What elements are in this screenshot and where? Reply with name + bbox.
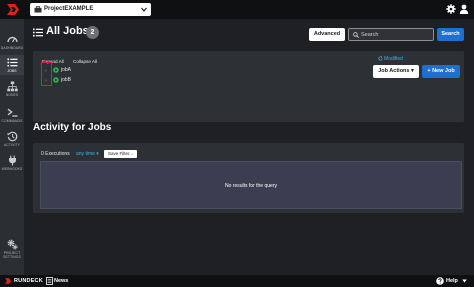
jobs-panel: Expand All Collapse All Modified Job Act…	[33, 51, 464, 122]
briefcase-icon	[34, 6, 42, 13]
run-job-icon[interactable]	[53, 77, 59, 83]
empty-results-message: No results for the query	[225, 183, 277, 189]
top-navbar: ProjectEXAMPLE	[0, 0, 474, 19]
sidebar-item-label: JOBS	[7, 69, 17, 73]
sidebar-item-webhooks[interactable]: WEBHOOKS	[0, 155, 24, 171]
rundeck-logo-icon	[5, 278, 11, 284]
sitemap-icon	[6, 81, 18, 92]
user-icon[interactable]	[459, 4, 469, 14]
list-icon	[7, 58, 17, 67]
executions-count: 0 Executions	[41, 151, 70, 157]
dashboard-icon	[6, 36, 18, 43]
search-icon	[353, 32, 359, 38]
new-job-label: New Job	[432, 68, 455, 74]
save-filters-button[interactable]: Save Filter...	[104, 150, 137, 158]
sidebar-item-label: DASHBOARD	[0, 46, 24, 50]
sidebar: DASHBOARD JOBS NODES COMMANDS ACTIVITY W…	[0, 19, 24, 275]
history-icon	[7, 131, 17, 142]
sidebar-item-project-settings[interactable]: PROJECT SETTINGS	[0, 239, 24, 259]
caret-down-icon: ▾	[96, 151, 99, 157]
search-placeholder: Search	[361, 32, 379, 38]
project-selector[interactable]: ProjectEXAMPLE	[30, 3, 151, 16]
search-input[interactable]: Search	[348, 28, 434, 41]
help-icon[interactable]	[436, 277, 444, 285]
project-name: ProjectEXAMPLE	[44, 6, 94, 12]
advanced-search-button[interactable]: Advanced	[309, 28, 345, 41]
caret-down-icon[interactable]	[462, 279, 467, 283]
sidebar-item-label: WEBHOOKS	[1, 167, 23, 171]
refresh-icon	[378, 56, 383, 61]
activity-panel: 0 Executions any time ▾ Save Filter... N…	[33, 143, 464, 213]
caret-down-icon: ▾	[411, 68, 414, 74]
run-job-icon[interactable]	[53, 67, 59, 73]
plus-icon: +	[427, 68, 431, 74]
modified-label: Modified	[384, 56, 403, 62]
activity-title: Activity for Jobs	[33, 122, 112, 133]
job-name-link[interactable]: jobA	[61, 67, 71, 73]
footer-bar: RUNDECK News Help	[0, 275, 474, 287]
job-actions-label: Job Actions	[378, 68, 410, 74]
sidebar-item-activity[interactable]: ACTIVITY	[0, 131, 24, 147]
help-link[interactable]: Help	[446, 278, 458, 284]
chevron-down-icon	[141, 7, 147, 12]
sidebar-item-dashboard[interactable]: DASHBOARD	[0, 34, 24, 50]
news-link[interactable]: News	[54, 278, 68, 284]
news-icon[interactable]	[46, 277, 53, 285]
plug-icon	[8, 155, 16, 166]
job-actions-button[interactable]: Job Actions ▾	[373, 65, 419, 78]
collapse-all-link[interactable]: Collapse All	[73, 59, 97, 64]
time-filter-link[interactable]: any time ▾	[76, 151, 99, 157]
highlight-outline	[41, 62, 52, 86]
main-content: All Jobs 2 Advanced Search Search Expand…	[24, 19, 474, 275]
job-count-badge: 2	[86, 26, 99, 39]
job-name-link[interactable]: jobB	[61, 77, 71, 83]
page-title: All Jobs	[46, 25, 89, 37]
sidebar-item-commands[interactable]: COMMANDS	[0, 107, 24, 123]
sidebar-item-jobs[interactable]: JOBS	[0, 55, 24, 75]
rundeck-logo-icon[interactable]	[5, 2, 21, 17]
gear-icon[interactable]	[446, 4, 456, 14]
sidebar-item-label: COMMANDS	[1, 119, 23, 123]
sidebar-item-label: NODES	[5, 93, 19, 97]
search-button[interactable]: Search	[437, 28, 464, 41]
list-icon	[33, 28, 43, 37]
terminal-icon	[7, 108, 17, 117]
new-job-button[interactable]: + New Job	[422, 65, 460, 78]
results-table: No results for the query	[40, 161, 462, 209]
gears-icon	[7, 239, 18, 250]
time-filter-label: any time	[76, 151, 95, 157]
sidebar-item-label: PROJECT SETTINGS	[3, 251, 21, 260]
modified-filter-link[interactable]: Modified	[378, 56, 403, 62]
sidebar-item-nodes[interactable]: NODES	[0, 81, 24, 97]
brand-name: RUNDECK	[14, 278, 43, 284]
sidebar-item-label: ACTIVITY	[3, 143, 21, 147]
